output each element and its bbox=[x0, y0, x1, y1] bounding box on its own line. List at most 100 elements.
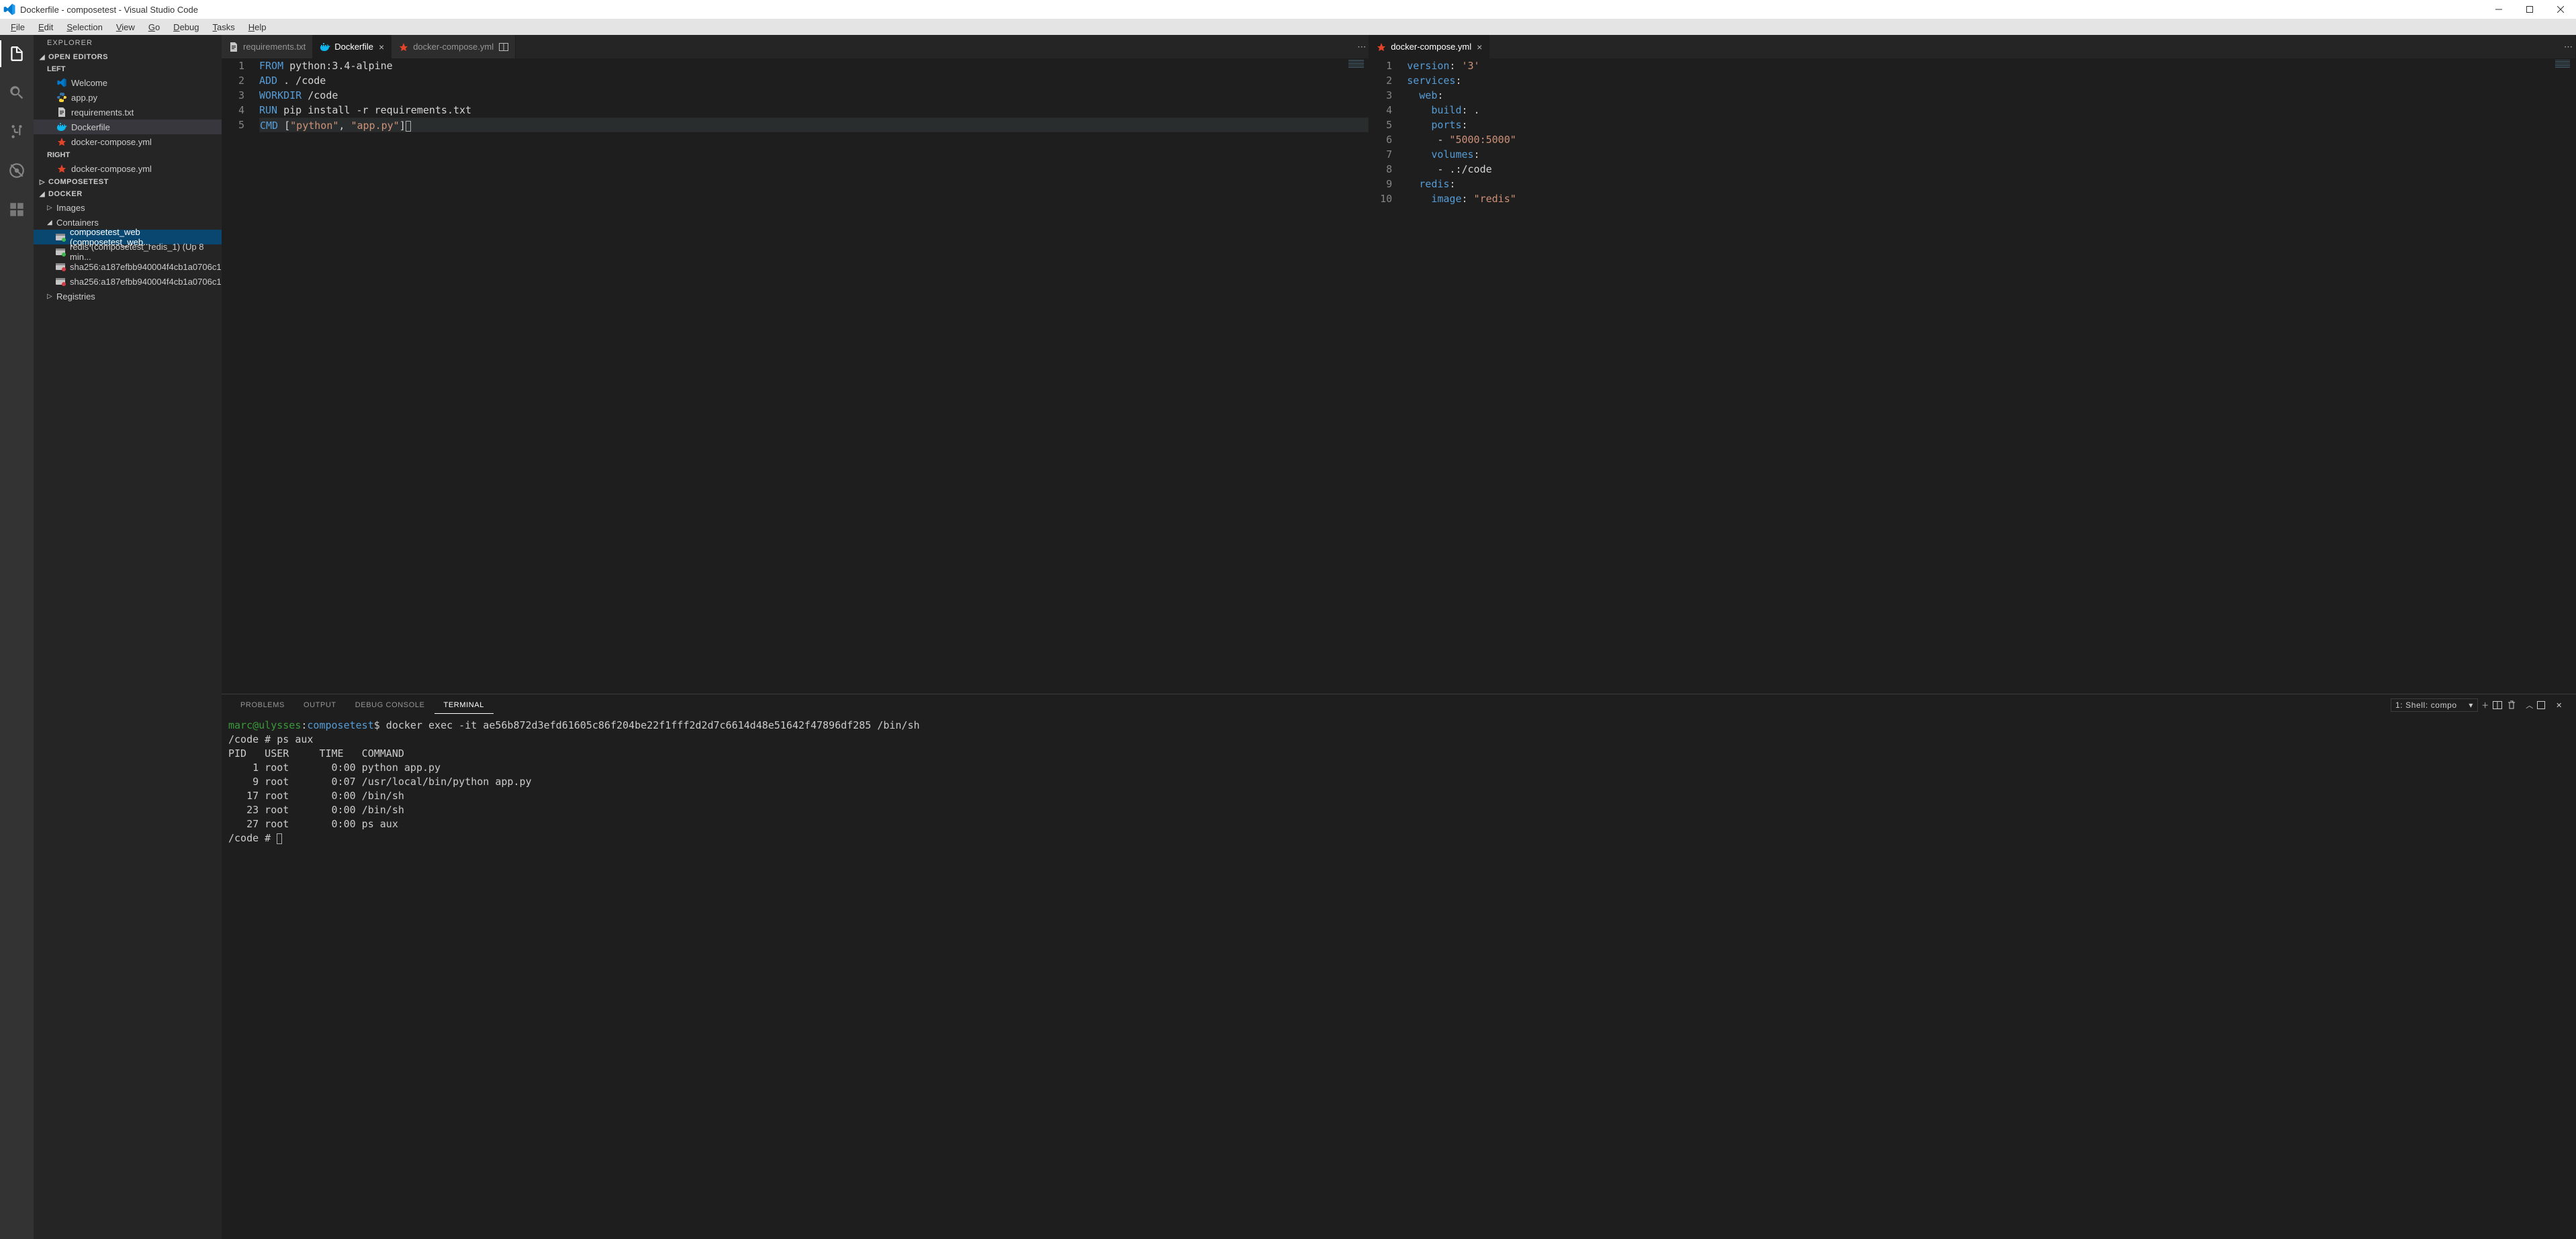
open-editor-label: Dockerfile bbox=[71, 122, 110, 132]
window-maximize-button[interactable] bbox=[2514, 0, 2545, 19]
vscode-icon bbox=[56, 77, 67, 88]
vscode-icon bbox=[3, 3, 16, 16]
activity-debug[interactable] bbox=[0, 157, 34, 184]
editor-more-icon[interactable]: ⋯ bbox=[1357, 42, 1366, 52]
open-editor-item[interactable]: requirements.txt bbox=[34, 105, 222, 120]
editor-more-icon[interactable]: ⋯ bbox=[2564, 42, 2573, 52]
section-open-editors-label: OPEN EDITORS bbox=[48, 53, 108, 61]
open-editor-label: requirements.txt bbox=[71, 107, 134, 118]
docker-container-item[interactable]: sha256:a187efbb940004f4cb1a0706c1... bbox=[34, 274, 222, 289]
open-editor-item[interactable]: Welcome bbox=[34, 75, 222, 90]
menu-help[interactable]: Help bbox=[242, 21, 273, 34]
minimap-icon bbox=[1348, 60, 1367, 68]
menu-file[interactable]: File bbox=[4, 21, 32, 34]
section-docker-label: DOCKER bbox=[48, 190, 83, 198]
menu-selection[interactable]: Selection bbox=[60, 21, 109, 34]
editor-tab-label: docker-compose.yml bbox=[1391, 42, 1471, 52]
chevron-right-icon: ▷ bbox=[47, 204, 55, 212]
docker-icon bbox=[320, 42, 330, 52]
docker-container-label: redis (composetest_redis_1) (Up 8 min... bbox=[70, 242, 218, 262]
activity-extensions[interactable] bbox=[0, 196, 34, 223]
open-editor-item[interactable]: app.py bbox=[34, 90, 222, 105]
activity-scm[interactable] bbox=[0, 118, 34, 145]
open-editor-item[interactable]: docker-compose.yml bbox=[34, 161, 222, 176]
compose-icon bbox=[398, 42, 409, 52]
editor-tab[interactable]: docker-compose.yml × bbox=[1369, 35, 1489, 58]
open-editor-item[interactable]: docker-compose.yml bbox=[34, 134, 222, 149]
terminal-split-button[interactable] bbox=[2493, 701, 2508, 709]
container-icon bbox=[55, 261, 66, 272]
panel-maximize-button[interactable] bbox=[2537, 701, 2552, 709]
split-editor-icon[interactable] bbox=[499, 43, 508, 51]
compose-icon bbox=[56, 163, 67, 174]
txt-icon bbox=[228, 42, 239, 52]
terminal-output[interactable]: marc@ulysses:composetest$ docker exec -i… bbox=[222, 716, 2576, 1239]
section-docker[interactable]: ◢ DOCKER bbox=[34, 188, 222, 200]
chevron-down-icon: ◢ bbox=[47, 219, 55, 226]
section-folder-label: COMPOSETEST bbox=[48, 178, 109, 186]
panel-tab-terminal[interactable]: TERMINAL bbox=[434, 697, 494, 714]
close-icon[interactable]: × bbox=[1477, 42, 1482, 52]
docker-icon bbox=[56, 122, 67, 132]
terminal-selector-label: 1: Shell: compo bbox=[2395, 700, 2457, 710]
txt-icon bbox=[56, 107, 67, 118]
docker-container-item[interactable]: redis (composetest_redis_1) (Up 8 min... bbox=[34, 244, 222, 259]
container-icon bbox=[55, 276, 66, 287]
compose-icon bbox=[1376, 42, 1387, 52]
docker-container-label: sha256:a187efbb940004f4cb1a0706c1... bbox=[70, 277, 228, 287]
activity-bar bbox=[0, 35, 34, 1239]
panel-tab-problems[interactable]: PROBLEMS bbox=[231, 697, 294, 713]
close-icon[interactable]: × bbox=[379, 42, 384, 52]
menu-go[interactable]: Go bbox=[142, 21, 167, 34]
open-editor-item[interactable]: Dockerfile bbox=[34, 120, 222, 134]
window-close-button[interactable] bbox=[2545, 0, 2576, 19]
terminal-selector[interactable]: 1: Shell: compo ▾ bbox=[2391, 698, 2478, 712]
open-editor-label: docker-compose.yml bbox=[71, 164, 152, 174]
bottom-panel: PROBLEMSOUTPUTDEBUG CONSOLETERMINAL 1: S… bbox=[222, 694, 2576, 1239]
panel-tab-debug-console[interactable]: DEBUG CONSOLE bbox=[346, 697, 434, 713]
docker-node-registries[interactable]: ▷Registries bbox=[34, 289, 222, 304]
terminal-kill-button[interactable] bbox=[2508, 700, 2522, 710]
docker-container-item[interactable]: sha256:a187efbb940004f4cb1a0706c1... bbox=[34, 259, 222, 274]
open-editors-group: RIGHT bbox=[34, 149, 222, 161]
open-editor-label: Welcome bbox=[71, 78, 107, 88]
editor-tab[interactable]: requirements.txt bbox=[222, 35, 313, 58]
editor-tab-label: Dockerfile bbox=[334, 42, 373, 52]
window-minimize-button[interactable] bbox=[2483, 0, 2514, 19]
editor-tab[interactable]: docker-compose.yml bbox=[392, 35, 516, 58]
docker-container-label: sha256:a187efbb940004f4cb1a0706c1... bbox=[70, 262, 228, 272]
editor-tab[interactable]: Dockerfile × bbox=[313, 35, 392, 58]
editor-tab-label: docker-compose.yml bbox=[413, 42, 494, 52]
open-editors-group: LEFT bbox=[34, 63, 222, 75]
container-icon bbox=[55, 232, 66, 242]
docker-node-images[interactable]: ▷Images bbox=[34, 200, 222, 215]
activity-explorer[interactable] bbox=[0, 40, 34, 67]
sidebar-title: EXPLORER bbox=[34, 35, 222, 51]
section-open-editors[interactable]: ◢ OPEN EDITORS bbox=[34, 51, 222, 63]
menu-bar: FileEditSelectionViewGoDebugTasksHelp bbox=[0, 19, 2576, 35]
activity-search[interactable] bbox=[0, 79, 34, 106]
py-icon bbox=[56, 92, 67, 103]
panel-tabs: PROBLEMSOUTPUTDEBUG CONSOLETERMINAL 1: S… bbox=[222, 694, 2576, 716]
compose-icon bbox=[56, 136, 67, 147]
menu-edit[interactable]: Edit bbox=[32, 21, 60, 34]
terminal-new-button[interactable]: ＋ bbox=[2478, 700, 2493, 710]
section-folder[interactable]: ▷ COMPOSETEST bbox=[34, 176, 222, 188]
editor-tabs-left: requirements.txt Dockerfile × docker-compos… bbox=[222, 35, 1369, 58]
sidebar: EXPLORER ◢ OPEN EDITORS LEFT Welcome app.p… bbox=[34, 35, 222, 1239]
panel-close-button[interactable]: ✕ bbox=[2552, 701, 2567, 710]
menu-debug[interactable]: Debug bbox=[167, 21, 205, 34]
panel-tab-output[interactable]: OUTPUT bbox=[294, 697, 346, 713]
panel-chevron-up-icon[interactable]: ︿ bbox=[2522, 700, 2537, 710]
chevron-down-icon: ◢ bbox=[38, 191, 47, 198]
chevron-down-icon: ◢ bbox=[38, 54, 47, 61]
container-icon bbox=[55, 246, 66, 257]
minimap-icon bbox=[2555, 60, 2574, 68]
editor-tab-label: requirements.txt bbox=[243, 42, 306, 52]
menu-view[interactable]: View bbox=[109, 21, 142, 34]
open-editor-label: app.py bbox=[71, 93, 97, 103]
window-titlebar: Dockerfile - composetest - Visual Studio… bbox=[0, 0, 2576, 19]
open-editor-label: docker-compose.yml bbox=[71, 137, 152, 147]
editor-tabs-right: docker-compose.yml × ⋯ bbox=[1369, 35, 2575, 58]
menu-tasks[interactable]: Tasks bbox=[205, 21, 241, 34]
